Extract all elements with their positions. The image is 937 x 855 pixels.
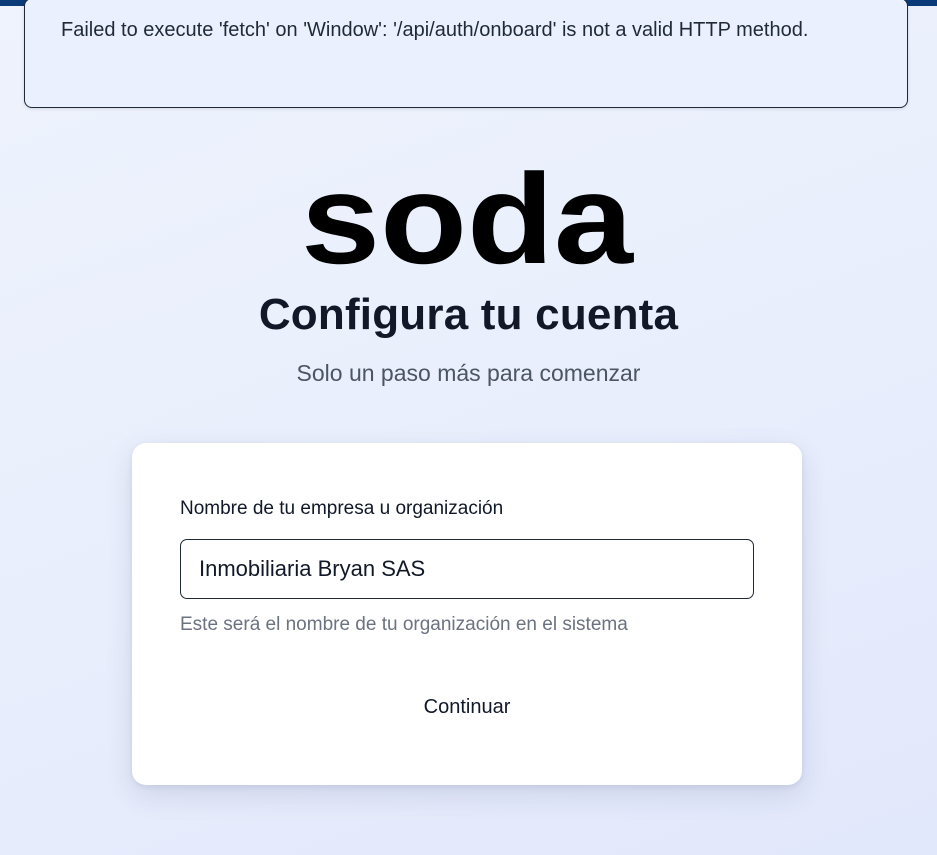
continue-button[interactable]: Continuar — [367, 687, 567, 727]
organization-name-label: Nombre de tu empresa u organización — [180, 498, 504, 519]
page-subtitle: Solo un paso más para comenzar — [296, 360, 641, 386]
page-title: Configura tu cuenta — [258, 290, 679, 339]
organization-name-help: Este será el nombre de tu organización e… — [180, 614, 628, 635]
organization-name-input[interactable] — [180, 539, 754, 599]
error-toast: Failed to execute 'fetch' on 'Window': '… — [24, 0, 908, 108]
onboarding-card: Nombre de tu empresa u organización Este… — [132, 443, 802, 785]
logo-text: soda — [301, 170, 634, 270]
soda-logo: soda — [301, 170, 634, 270]
error-message: Failed to execute 'fetch' on 'Window': '… — [61, 19, 809, 41]
